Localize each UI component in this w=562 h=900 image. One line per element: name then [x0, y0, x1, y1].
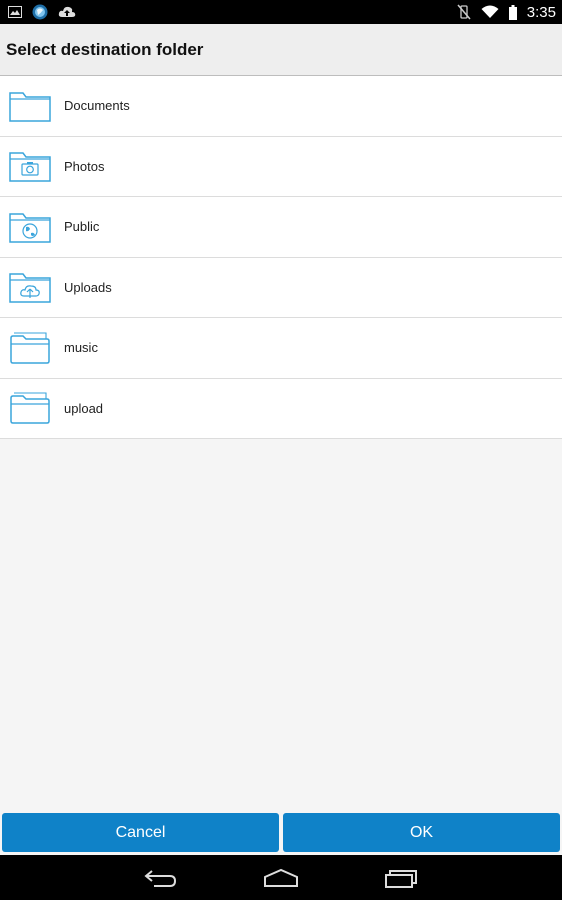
folder-list: Documents Photos Public Uploads music up…	[0, 76, 562, 439]
home-button[interactable]	[251, 855, 311, 900]
vibrate-off-icon	[457, 4, 471, 20]
cloud-upload-icon	[58, 6, 76, 17]
wifi-icon	[481, 5, 499, 18]
back-icon	[144, 869, 177, 887]
cancel-button[interactable]: Cancel	[2, 813, 279, 852]
dialog-title: Select destination folder	[6, 39, 204, 59]
folder-label: Photos	[64, 158, 105, 174]
camera-folder-icon	[9, 152, 51, 182]
navigation-bar	[0, 855, 562, 900]
notification-icons	[8, 4, 76, 20]
folder-icon	[9, 92, 51, 122]
folder-label: music	[64, 340, 98, 356]
image-icon	[8, 6, 22, 18]
recent-apps-icon	[385, 869, 417, 888]
app-globe-icon	[32, 4, 48, 20]
folder-item-uploads[interactable]: Uploads	[0, 257, 562, 318]
upload-folder-icon	[9, 273, 51, 303]
status-time: 3:35	[526, 3, 556, 21]
status-bar: 3:35	[0, 0, 562, 24]
recent-apps-button[interactable]	[371, 855, 431, 900]
folder-label: Uploads	[64, 279, 112, 295]
back-button[interactable]	[131, 855, 191, 900]
folder-item-public[interactable]: Public	[0, 197, 562, 258]
ok-button[interactable]: OK	[283, 813, 560, 852]
system-icons: 3:35	[457, 4, 556, 21]
battery-icon	[508, 4, 517, 20]
open-folder-icon	[10, 392, 50, 424]
folder-label: Documents	[64, 98, 130, 114]
dialog-button-bar: Cancel OK	[0, 811, 562, 855]
folder-item-photos[interactable]: Photos	[0, 136, 562, 197]
home-icon	[264, 868, 298, 887]
folder-item-upload[interactable]: upload	[0, 378, 562, 439]
folder-item-documents[interactable]: Documents	[0, 76, 562, 137]
dialog-title-bar: Select destination folder	[0, 24, 562, 76]
folder-label: Public	[64, 219, 100, 235]
open-folder-icon	[10, 332, 50, 364]
globe-folder-icon	[9, 213, 51, 243]
folder-picker-dialog: Select destination folder Documents Phot…	[0, 24, 562, 855]
folder-item-music[interactable]: music	[0, 318, 562, 379]
folder-label: upload	[64, 400, 104, 416]
